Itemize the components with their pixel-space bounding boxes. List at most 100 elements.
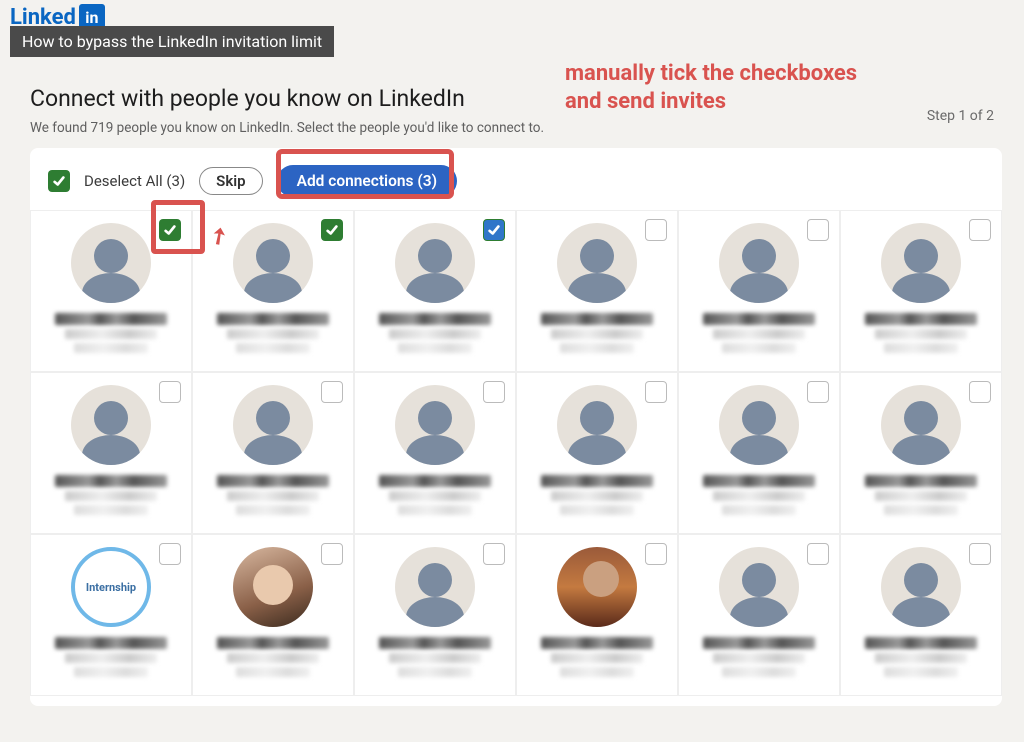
person-name-blurred xyxy=(865,475,977,487)
person-subtitle-blurred xyxy=(227,653,319,663)
person-checkbox[interactable] xyxy=(483,381,505,403)
person-name-blurred xyxy=(55,637,167,649)
person-card[interactable] xyxy=(678,534,840,696)
person-card[interactable] xyxy=(192,534,354,696)
person-card[interactable]: Internship xyxy=(30,534,192,696)
person-subtitle-blurred xyxy=(875,329,967,339)
person-card[interactable] xyxy=(516,210,678,372)
person-checkbox[interactable] xyxy=(969,543,991,565)
skip-button[interactable]: Skip xyxy=(199,167,262,195)
person-checkbox[interactable] xyxy=(321,381,343,403)
person-name-blurred xyxy=(217,313,329,325)
person-card[interactable] xyxy=(840,372,1002,534)
avatar xyxy=(719,223,799,303)
person-card[interactable] xyxy=(678,210,840,372)
person-checkbox[interactable] xyxy=(159,543,181,565)
person-card[interactable] xyxy=(678,372,840,534)
person-name-blurred xyxy=(703,637,815,649)
person-meta-blurred xyxy=(236,343,311,353)
person-checkbox[interactable] xyxy=(969,219,991,241)
avatar xyxy=(719,385,799,465)
person-subtitle-blurred xyxy=(551,491,643,501)
person-subtitle-blurred xyxy=(713,491,805,501)
person-checkbox[interactable] xyxy=(645,219,667,241)
avatar xyxy=(881,385,961,465)
person-checkbox[interactable] xyxy=(645,381,667,403)
connections-card: Deselect All (3) Skip Add connections (3… xyxy=(30,148,1002,706)
person-card[interactable] xyxy=(30,210,192,372)
add-connections-button[interactable]: Add connections (3) xyxy=(277,165,457,197)
page-subtitle: We found 719 people you know on LinkedIn… xyxy=(30,120,1002,136)
person-subtitle-blurred xyxy=(389,653,481,663)
person-card[interactable] xyxy=(354,210,516,372)
person-checkbox[interactable] xyxy=(321,543,343,565)
person-name-blurred xyxy=(541,313,653,325)
person-name-blurred xyxy=(55,313,167,325)
person-card[interactable] xyxy=(354,372,516,534)
person-checkbox[interactable] xyxy=(483,543,505,565)
person-checkbox[interactable] xyxy=(321,219,343,241)
person-card[interactable] xyxy=(840,534,1002,696)
person-checkbox[interactable] xyxy=(159,381,181,403)
person-checkbox[interactable] xyxy=(969,381,991,403)
person-meta-blurred xyxy=(722,667,797,677)
person-name-blurred xyxy=(379,637,491,649)
person-meta-blurred xyxy=(398,505,473,515)
person-name-blurred xyxy=(703,313,815,325)
person-checkbox[interactable] xyxy=(483,219,505,241)
person-meta-blurred xyxy=(560,505,635,515)
person-card[interactable] xyxy=(840,210,1002,372)
person-subtitle-blurred xyxy=(65,491,157,501)
person-meta-blurred xyxy=(74,667,149,677)
person-name-blurred xyxy=(865,637,977,649)
person-name-blurred xyxy=(379,475,491,487)
select-all-checkbox[interactable] xyxy=(48,170,70,192)
person-checkbox[interactable] xyxy=(645,543,667,565)
person-name-blurred xyxy=(217,475,329,487)
avatar xyxy=(557,385,637,465)
person-name-blurred xyxy=(865,313,977,325)
person-meta-blurred xyxy=(74,343,149,353)
people-grid: Internship xyxy=(30,210,1002,696)
person-card[interactable] xyxy=(354,534,516,696)
person-card[interactable] xyxy=(192,210,354,372)
person-subtitle-blurred xyxy=(227,491,319,501)
avatar xyxy=(557,223,637,303)
person-card[interactable] xyxy=(192,372,354,534)
person-subtitle-blurred xyxy=(389,329,481,339)
avatar xyxy=(233,547,313,627)
person-meta-blurred xyxy=(884,667,959,677)
person-subtitle-blurred xyxy=(551,653,643,663)
person-checkbox[interactable] xyxy=(807,219,829,241)
person-subtitle-blurred xyxy=(875,491,967,501)
avatar xyxy=(395,223,475,303)
deselect-all-label[interactable]: Deselect All (3) xyxy=(84,172,185,190)
page-title: Connect with people you know on LinkedIn xyxy=(30,85,1002,112)
toolbar: Deselect All (3) Skip Add connections (3… xyxy=(30,148,1002,210)
person-card[interactable] xyxy=(516,534,678,696)
person-checkbox[interactable] xyxy=(159,219,181,241)
person-name-blurred xyxy=(541,637,653,649)
avatar xyxy=(395,385,475,465)
person-name-blurred xyxy=(541,475,653,487)
person-subtitle-blurred xyxy=(65,329,157,339)
person-checkbox[interactable] xyxy=(807,543,829,565)
person-name-blurred xyxy=(379,313,491,325)
person-subtitle-blurred xyxy=(389,491,481,501)
person-meta-blurred xyxy=(398,667,473,677)
person-card[interactable] xyxy=(30,372,192,534)
annotation-line-1: manually tick the checkboxes xyxy=(565,60,857,88)
person-card[interactable] xyxy=(516,372,678,534)
person-subtitle-blurred xyxy=(713,653,805,663)
avatar xyxy=(71,223,151,303)
person-meta-blurred xyxy=(884,343,959,353)
person-meta-blurred xyxy=(74,505,149,515)
person-meta-blurred xyxy=(884,505,959,515)
avatar xyxy=(233,385,313,465)
person-meta-blurred xyxy=(236,667,311,677)
person-subtitle-blurred xyxy=(875,653,967,663)
person-meta-blurred xyxy=(722,505,797,515)
person-checkbox[interactable] xyxy=(807,381,829,403)
avatar: Internship xyxy=(71,547,151,627)
person-meta-blurred xyxy=(398,343,473,353)
